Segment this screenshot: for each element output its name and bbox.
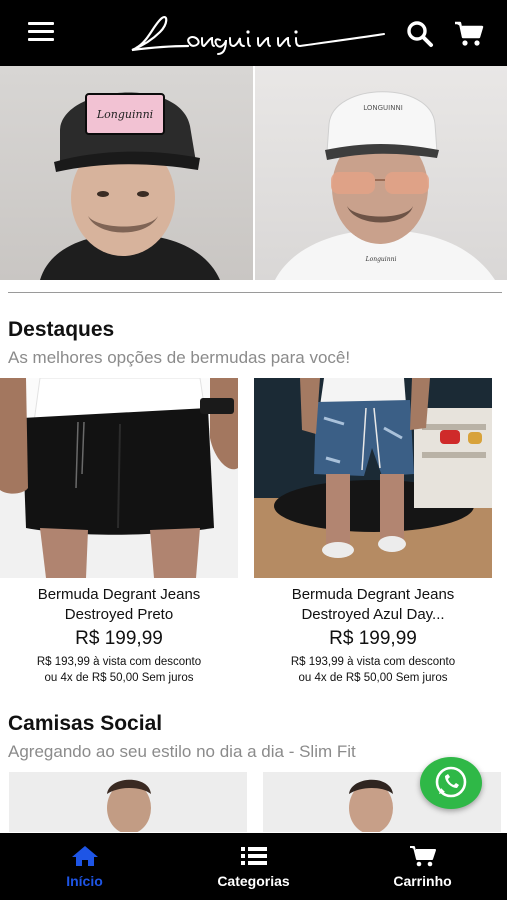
section-title-camisas: Camisas Social	[8, 712, 163, 735]
product-name-line: Destroyed Azul Day...	[301, 606, 445, 623]
nav-label: Categorias	[217, 873, 290, 889]
installments-text: ou 4x de R$ 50,00 Sem juros	[44, 672, 194, 684]
product-card[interactable]: Bermuda Degrant Jeans Destroyed Azul Day…	[254, 378, 492, 686]
product-image-shirt[interactable]	[9, 772, 247, 832]
installments-text: ou 4x de R$ 50,00 Sem juros	[298, 672, 448, 684]
cart-icon	[409, 846, 436, 867]
product-price: R$ 199,99	[329, 628, 417, 649]
cap-text: LONGUINNI	[363, 104, 403, 112]
nav-item-carrinho[interactable]: Carrinho	[338, 833, 507, 900]
hero-banner[interactable]: Longuinni LONGUINNI Longuinni	[0, 66, 507, 280]
payment-info: R$ 193,99 à vista com desconto ou 4x de …	[0, 654, 238, 686]
product-name-line: Destroyed Preto	[64, 606, 174, 623]
shirt-logo-text: Longuinni	[365, 256, 397, 263]
section-divider	[8, 292, 502, 293]
product-image[interactable]	[0, 378, 238, 578]
top-app-bar	[0, 0, 507, 66]
nav-label: Início	[66, 873, 103, 889]
menu-icon[interactable]	[28, 22, 54, 44]
product-name[interactable]: Bermuda Degrant Jeans Destroyed Azul Day…	[254, 585, 492, 625]
product-name-line: Bermuda Degrant Jeans	[37, 586, 201, 603]
cash-discount-text: R$ 193,99 à vista com desconto	[290, 656, 456, 668]
nav-item-inicio[interactable]: Início	[0, 833, 169, 900]
product-name[interactable]: Bermuda Degrant Jeans Destroyed Preto	[0, 585, 238, 625]
section-title-destaques: Destaques	[8, 318, 115, 341]
cap-logo-text: Longuinni	[96, 108, 153, 121]
list-icon	[240, 847, 267, 865]
cart-icon[interactable]	[454, 20, 484, 48]
whatsapp-button[interactable]	[420, 757, 482, 809]
product-price: R$ 199,99	[75, 628, 163, 649]
product-card[interactable]: Bermuda Degrant Jeans Destroyed Preto R$…	[0, 378, 238, 686]
product-image[interactable]	[254, 378, 492, 578]
section-subtitle-camisas: Agregando ao seu estilo no dia a dia - S…	[8, 742, 356, 761]
bottom-navigation: Início Categorias Carrinho	[0, 833, 507, 900]
payment-info: R$ 193,99 à vista com desconto ou 4x de …	[254, 654, 492, 686]
nav-item-categorias[interactable]: Categorias	[169, 833, 338, 900]
home-icon	[71, 846, 98, 866]
cash-discount-text: R$ 193,99 à vista com desconto	[36, 656, 202, 668]
brand-logo[interactable]	[128, 12, 390, 56]
whatsapp-icon	[435, 766, 467, 798]
hero-image-black-cap[interactable]: Longuinni	[0, 66, 253, 280]
section-subtitle-destaques: As melhores opções de bermudas para você…	[8, 348, 351, 367]
hero-image-white-cap[interactable]: LONGUINNI Longuinni	[255, 66, 507, 280]
product-name-line: Bermuda Degrant Jeans	[291, 586, 455, 603]
nav-label: Carrinho	[393, 873, 452, 889]
search-icon[interactable]	[406, 20, 434, 48]
